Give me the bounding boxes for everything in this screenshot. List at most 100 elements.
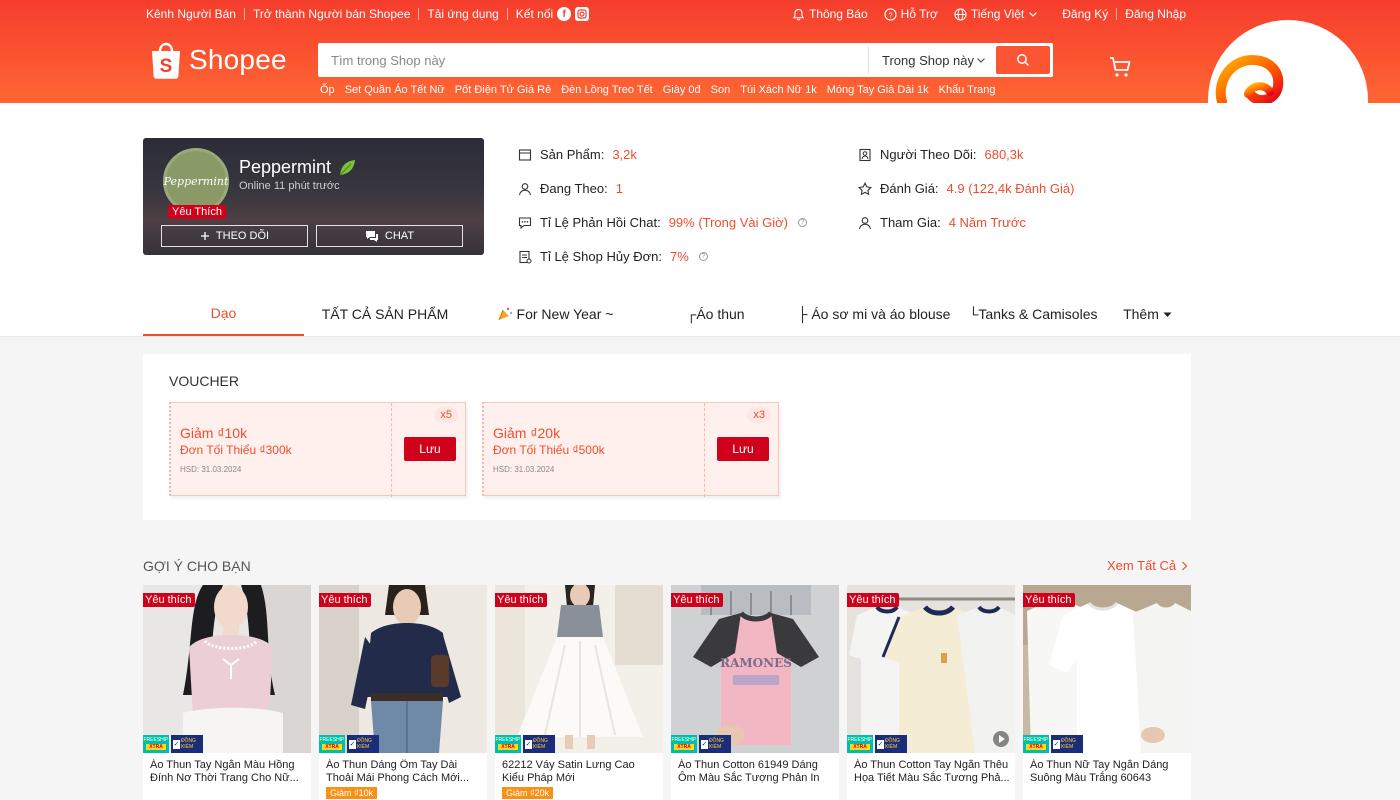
stat-label: Đánh Giá: [880,181,939,196]
signup-link[interactable]: Đăng Ký [1062,7,1108,21]
xtra-label: XTRA [322,744,342,750]
product-name[interactable]: Áo Thun Dáng Ôm Tay Dài Thoải Mái Phong … [326,759,482,785]
support-label: Hỗ Trợ [900,7,938,21]
search-suggestion[interactable]: Móng Tay Giả Dài 1k [827,84,929,96]
search-scope-dropdown[interactable]: Trong Shop này [868,46,996,74]
tab-more[interactable]: Thêm [1105,292,1190,336]
instagram-icon[interactable] [575,7,590,21]
check-icon: ✓ [701,739,708,749]
search-suggestion[interactable]: Khẩu Trang [939,84,996,96]
save-voucher-button[interactable]: Lưu [404,437,456,461]
language-selector[interactable]: Tiếng Việt [954,7,1038,21]
product-name[interactable]: Áo Thun Cotton 61949 Dáng Ôm Màu Sắc Tượ… [678,759,834,785]
freeship-label: FREESHIP [847,737,873,743]
voucher-card: Giảm ₫10k Đơn Tối Thiểu ₫300k HSD: 31.03… [169,402,466,497]
product-card[interactable]: Yêu thích FREESHIP XTRA ✓ ĐỒNG KIỂM Áo Thu… [847,585,1015,800]
product-badges: FREESHIP XTRA ✓ ĐỒNG KIỂM [671,735,731,753]
cart-button[interactable] [1108,55,1132,82]
freeship-badge: FREESHIP XTRA [495,735,521,753]
voucher-divider [391,403,392,497]
co-check-label: ĐỒNG KIỂM [708,738,724,750]
shopee-logo[interactable]: S Shopee [149,40,287,80]
info-icon[interactable]: ? [698,252,708,261]
search-suggestion[interactable]: Set Quần Áo Tết Nữ [345,84,445,96]
tab-new-year[interactable]: For New Year ~ [466,292,644,336]
chevron-down-icon [977,58,985,63]
facebook-icon[interactable]: f [557,7,572,21]
tab-browse[interactable]: Dạo [143,292,304,336]
search-suggestion[interactable]: Ốp [320,84,335,96]
support-link[interactable]: ? Hỗ Trợ [884,7,938,21]
product-image[interactable]: Yêu thích FREESHIP XTRA ✓ ĐỒNG KIỂM [143,585,311,753]
co-check-label: ĐỒNG KIỂM [356,738,372,750]
tab-label: Thêm [1123,306,1159,322]
product-image[interactable]: Yêu thích FREESHIP XTRA ✓ ĐỒNG KIỂM [847,585,1015,753]
tab-label: Dạo [210,305,237,321]
stat-value: 99% (Trong Vài Giờ) [668,215,788,230]
product-card[interactable]: Yêu thích FREESHIP XTRA ✓ ĐỒNG KIỂM 62212 … [495,585,663,800]
language-label: Tiếng Việt [970,7,1025,21]
product-image[interactable]: Yêu thích FREESHIP XTRA ✓ ĐỒNG KIỂM [1023,585,1191,753]
tab-tanks-camisoles[interactable]: └Tanks & Camisoles [961,292,1105,336]
product-card[interactable]: Yêu thích FREESHIP XTRA ✓ ĐỒNG KIỂM Áo Thu… [319,585,487,800]
voucher-divider [704,403,705,497]
co-check-badge: ✓ ĐỒNG KIỂM [347,735,379,753]
chat-button[interactable]: CHAT [316,225,463,247]
info-icon[interactable]: ? [798,218,807,227]
search-suggestion[interactable]: Túi Xách Nữ 1k [740,84,816,96]
product-name[interactable]: Áo Thun Tay Ngắn Màu Hồng Đính Nơ Thời T… [150,759,306,785]
check-icon: ✓ [525,739,532,749]
search-suggestion[interactable]: Pốt Điện Tử Giá Rẻ [455,84,551,96]
connect-label: Kết nối [515,7,554,21]
product-card[interactable]: RAMONES Yêu thích FREESHIP XTRA ✓ ĐỒNG KIỂ… [671,585,839,800]
party-icon [498,307,512,321]
see-all-link[interactable]: Xem Tất Cả [1107,558,1189,573]
cart-icon [1110,57,1131,77]
followers-icon [859,148,871,161]
search-button[interactable] [996,46,1050,74]
product-name[interactable]: Áo Thun Cotton Tay Ngắn Thêu Họa Tiết Mà… [854,759,1010,785]
favorite-badge: Yêu thích [319,593,372,607]
co-check-label: ĐỒNG KIỂM [532,738,548,750]
product-badges: FREESHIP XTRA ✓ ĐỒNG KIỂM [495,735,555,753]
divider [506,8,508,20]
product-card[interactable]: Yêu thích FREESHIP XTRA ✓ ĐỒNG KIỂM Áo Thu… [143,585,311,800]
stat-following: Đang Theo: 1 [518,181,623,196]
notifications-link[interactable]: Thông Báo [792,7,868,21]
search-suggestion[interactable]: Son [711,84,731,96]
divider [1116,8,1118,20]
search-bar: Trong Shop này [318,43,1053,77]
tab-shirts-blouses[interactable]: ├ Áo sơ mi và áo blouse [787,292,961,336]
product-name[interactable]: Áo Thun Nữ Tay Ngắn Dáng Suông Màu Trắng… [1030,759,1186,785]
freeship-badge: FREESHIP XTRA [847,735,873,753]
tab-label: For New Year ~ [516,306,614,322]
tab-tshirts[interactable]: ┌Áo thun [644,292,787,336]
stat-rating: Đánh Giá: 4.9 (122,4k Đánh Giá) [858,181,1074,196]
tab-all-products[interactable]: TẤT CẢ SẢN PHẨM [304,292,466,336]
shop-name-row: Peppermint [239,157,357,178]
become-seller-link[interactable]: Trở thành Người bán Shopee [253,7,410,21]
favorite-badge: Yêu thích [847,593,900,607]
save-voucher-button[interactable]: Lưu [717,437,769,461]
follow-button[interactable]: THEO DÕI [161,225,308,247]
logo-text: Shopee [189,44,287,75]
product-image[interactable]: Yêu thích FREESHIP XTRA ✓ ĐỒNG KIỂM [495,585,663,753]
play-video-icon[interactable] [993,731,1009,747]
freeship-label: FREESHIP [1023,737,1049,743]
product-badges: FREESHIP XTRA ✓ ĐỒNG KIỂM [319,735,379,753]
product-image[interactable]: Yêu thích FREESHIP XTRA ✓ ĐỒNG KIỂM [319,585,487,753]
search-suggestion[interactable]: Đèn Lồng Treo Tết [561,84,653,96]
login-link[interactable]: Đăng Nhập [1125,7,1186,21]
favorite-shop-badge: Yêu Thích [168,205,226,219]
seller-channel-link[interactable]: Kênh Người Bán [146,7,236,21]
product-image[interactable]: RAMONES Yêu thích FREESHIP XTRA ✓ ĐỒNG KIỂ… [671,585,839,753]
product-name[interactable]: 62212 Váy Satin Lưng Cao Kiểu Pháp Mới [502,759,658,785]
freeship-label: FREESHIP [319,737,345,743]
download-app-link[interactable]: Tải ứng dụng [427,7,498,21]
stat-label: Đang Theo: [540,181,608,196]
online-status: Online 11 phút trước [239,180,340,192]
product-card[interactable]: Yêu thích FREESHIP XTRA ✓ ĐỒNG KIỂM Áo Thu… [1023,585,1191,800]
shop-tabs: Dạo TẤT CẢ SẢN PHẨM For New Year ~ ┌Áo t… [143,292,1190,336]
search-input[interactable] [321,46,868,74]
search-suggestion[interactable]: Giày 0đ [663,84,701,96]
